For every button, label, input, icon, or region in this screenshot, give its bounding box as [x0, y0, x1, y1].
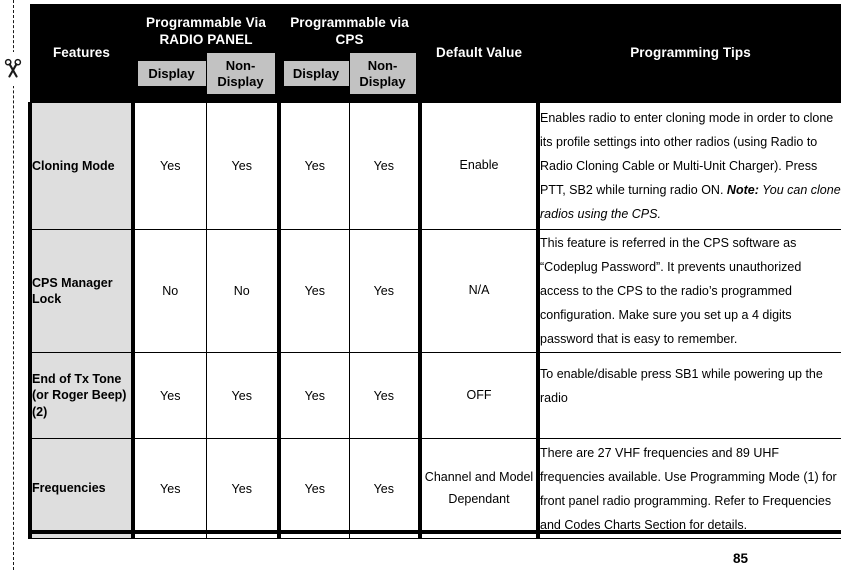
cell-cps-non-display: Yes — [348, 438, 423, 540]
cell-cps-display: Yes — [278, 102, 350, 231]
cell-default-value: N/A — [419, 229, 539, 354]
subheader-radio-panel-non-display: Non-Display — [206, 53, 275, 95]
cell-feature-name: Frequencies — [28, 438, 134, 540]
cell-default-value: Channel and Model Dependant — [419, 438, 539, 540]
features-comparison-table: Features Programmable Via RADIO PANEL Pr… — [28, 3, 841, 540]
cell-rp-non-display: Yes — [205, 102, 282, 231]
cell-rp-non-display: Yes — [205, 352, 282, 440]
cell-cps-non-display: Yes — [348, 229, 423, 354]
header-row-group-titles: Features Programmable Via RADIO PANEL Pr… — [29, 3, 841, 104]
cell-rp-display: Yes — [131, 352, 207, 440]
subheader-cps-display: Display — [283, 60, 349, 87]
table-header: Features Programmable Via RADIO PANEL Pr… — [29, 3, 841, 104]
col-header-radio-panel: Programmable Via RADIO PANEL — [132, 4, 280, 53]
cell-programming-tips: Enables radio to enter cloning mode in o… — [536, 102, 841, 231]
document-page: Features Programmable Via RADIO PANEL Pr… — [0, 0, 841, 570]
col-header-programming-tips: Programming Tips — [537, 3, 841, 104]
subheader-cell-rp-non-display: Non-Display — [205, 51, 280, 104]
table-row: Cloning Mode Yes Yes Yes Yes Enable Enab… — [28, 102, 841, 231]
cell-cps-non-display: Yes — [348, 352, 423, 440]
tips-text: There are 27 VHF frequencies and 89 UHF … — [540, 445, 837, 532]
table-row: End of Tx Tone (or Roger Beep) (2) Yes Y… — [28, 352, 841, 440]
cell-cps-display: Yes — [278, 352, 350, 440]
cell-programming-tips: To enable/disable press SB1 while poweri… — [536, 352, 841, 440]
col-header-default-value: Default Value — [419, 3, 539, 104]
cell-cps-non-display: Yes — [348, 102, 423, 231]
subheader-radio-panel-display: Display — [137, 60, 206, 87]
tips-text: This feature is referred in the CPS soft… — [540, 236, 802, 347]
cell-rp-non-display: Yes — [205, 438, 282, 540]
tips-note-label: Note: — [726, 183, 759, 198]
cell-programming-tips: There are 27 VHF frequencies and 89 UHF … — [536, 438, 841, 540]
subheader-cell-cps-display: Display — [278, 51, 350, 104]
col-header-features: Features — [29, 3, 134, 104]
cell-rp-display: Yes — [131, 102, 207, 231]
cell-default-value: Enable — [419, 102, 539, 231]
subheader-cell-cps-non-display: Non-Display — [348, 51, 421, 104]
table-row: Frequencies Yes Yes Yes Yes Channel and … — [28, 438, 841, 540]
table-row: CPS Manager Lock No No Yes Yes N/A This … — [28, 229, 841, 354]
tips-text: To enable/disable press SB1 while poweri… — [540, 367, 823, 406]
cell-rp-non-display: No — [205, 229, 282, 354]
cell-feature-name: End of Tx Tone (or Roger Beep) (2) — [28, 352, 134, 440]
subheader-cell-rp-display: Display — [132, 51, 207, 104]
cell-feature-name: Cloning Mode — [28, 102, 134, 231]
scissors-icon — [1, 52, 25, 86]
table-bottom-rule — [28, 530, 841, 534]
table-body: Cloning Mode Yes Yes Yes Yes Enable Enab… — [28, 102, 841, 540]
cell-cps-display: Yes — [278, 229, 350, 354]
cell-feature-name: CPS Manager Lock — [28, 229, 134, 354]
cell-default-value: OFF — [419, 352, 539, 440]
col-header-cps: Programmable via CPS — [278, 4, 421, 53]
page-number: 85 — [733, 551, 749, 566]
cell-rp-display: No — [131, 229, 207, 354]
cell-rp-display: Yes — [131, 438, 207, 540]
subheader-cps-non-display: Non-Display — [349, 53, 416, 95]
cell-programming-tips: This feature is referred in the CPS soft… — [536, 229, 841, 354]
cell-cps-display: Yes — [278, 438, 350, 540]
